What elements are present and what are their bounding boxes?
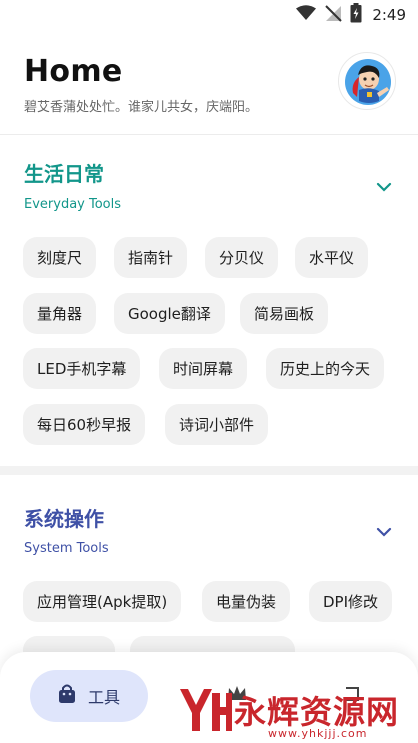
chip-battery-spoof[interactable]: 电量伪装	[202, 581, 291, 622]
chip-protractor[interactable]: 量角器	[23, 293, 97, 334]
chip-sketchpad[interactable]: 简易画板	[240, 293, 329, 334]
chip-time-screen[interactable]: 时间屏幕	[159, 348, 248, 389]
chevron-down-icon[interactable]	[376, 178, 392, 197]
watermark-logo-icon	[176, 683, 232, 739]
page-title: Home	[24, 54, 123, 89]
status-bar: 2:49	[0, 0, 418, 30]
section-subtitle-everyday: Everyday Tools	[24, 197, 122, 212]
chip-dpi-modify[interactable]: DPI修改	[309, 581, 393, 622]
nav-tab-tools-label: 工具	[87, 688, 120, 707]
watermark: 永辉资源网 www.yhkjjj.com	[176, 681, 418, 743]
page-subtitle: 碧艾香蒲处处忙。谁家儿共女，庆端阳。	[24, 100, 259, 115]
wifi-icon	[296, 5, 317, 25]
avatar-superhero-icon	[345, 59, 391, 105]
chip-poetry-widget[interactable]: 诗词小部件	[165, 404, 269, 445]
shopping-bag-icon	[58, 684, 76, 708]
battery-charging-icon	[350, 3, 362, 27]
chip-google-translate[interactable]: Google翻译	[114, 293, 225, 334]
chevron-down-icon[interactable]	[376, 523, 392, 542]
chip-daily-news[interactable]: 每日60秒早报	[23, 404, 146, 445]
nav-tab-tools[interactable]: 工具	[30, 670, 148, 722]
status-time: 2:49	[372, 6, 406, 24]
header-divider	[0, 134, 418, 135]
status-icons: 2:49	[296, 3, 406, 27]
chip-ruler[interactable]: 刻度尺	[23, 237, 97, 278]
avatar[interactable]	[338, 52, 396, 110]
section-title-everyday: 生活日常	[24, 162, 104, 186]
chip-history-today[interactable]: 历史上的今天	[266, 348, 385, 389]
chip-app-manager[interactable]: 应用管理(Apk提取)	[23, 581, 182, 622]
chip-level[interactable]: 水平仪	[295, 237, 369, 278]
chip-decibel[interactable]: 分贝仪	[205, 237, 279, 278]
section-title-system: 系统操作	[24, 507, 104, 531]
watermark-url: www.yhkjjj.com	[268, 727, 368, 740]
no-signal-icon	[324, 4, 343, 26]
header: Home 碧艾香蒲处处忙。谁家儿共女，庆端阳。	[0, 36, 418, 134]
chip-compass[interactable]: 指南针	[114, 237, 188, 278]
chip-led-subtitle[interactable]: LED手机字幕	[23, 348, 141, 389]
section-divider	[0, 466, 418, 475]
section-subtitle-system: System Tools	[24, 541, 109, 556]
